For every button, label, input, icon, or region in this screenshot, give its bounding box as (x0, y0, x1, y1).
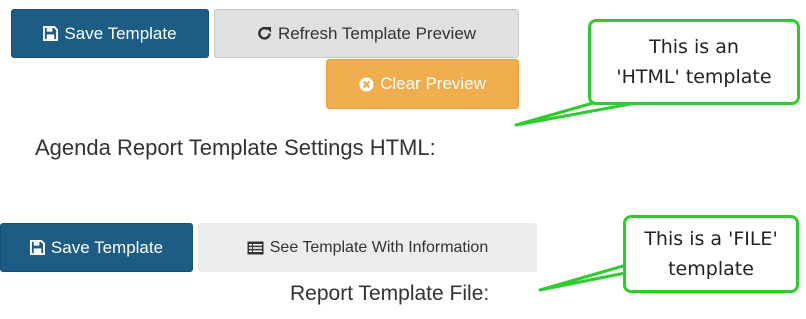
refresh-icon (257, 26, 272, 41)
save-template-label: Save Template (64, 23, 177, 43)
save-template-file-button[interactable]: Save Template (0, 223, 193, 272)
save-template-file-label: Save Template (50, 237, 164, 257)
file-callout-line2: template (668, 258, 754, 280)
file-callout-line1: This is a 'FILE' (644, 228, 778, 250)
list-alt-icon (247, 241, 264, 255)
html-template-callout: This is an 'HTML' template (588, 19, 800, 105)
see-template-with-information-button[interactable]: See Template With Information (198, 223, 537, 272)
refresh-template-preview-button[interactable]: Refresh Template Preview (214, 9, 519, 58)
clear-preview-button[interactable]: Clear Preview (326, 59, 519, 109)
see-template-with-information-label: See Template With Information (269, 238, 489, 256)
refresh-template-preview-label: Refresh Template Preview (277, 23, 477, 43)
clear-preview-label: Clear Preview (380, 74, 486, 93)
agenda-report-template-heading: Agenda Report Template Settings HTML: (35, 135, 436, 160)
report-template-file-heading: Report Template File: (290, 282, 490, 305)
save-template-button[interactable]: Save Template (11, 9, 209, 58)
floppy-disk-icon (43, 26, 59, 41)
floppy-disk-icon (29, 240, 45, 255)
html-callout-line2: 'HTML' template (616, 66, 772, 88)
times-circle-icon (359, 76, 374, 92)
file-template-callout: This is a 'FILE' template (623, 215, 799, 293)
template-settings-screen: Save Template Refresh Template Preview C… (0, 0, 806, 319)
html-callout-line1: This is an (649, 36, 739, 58)
